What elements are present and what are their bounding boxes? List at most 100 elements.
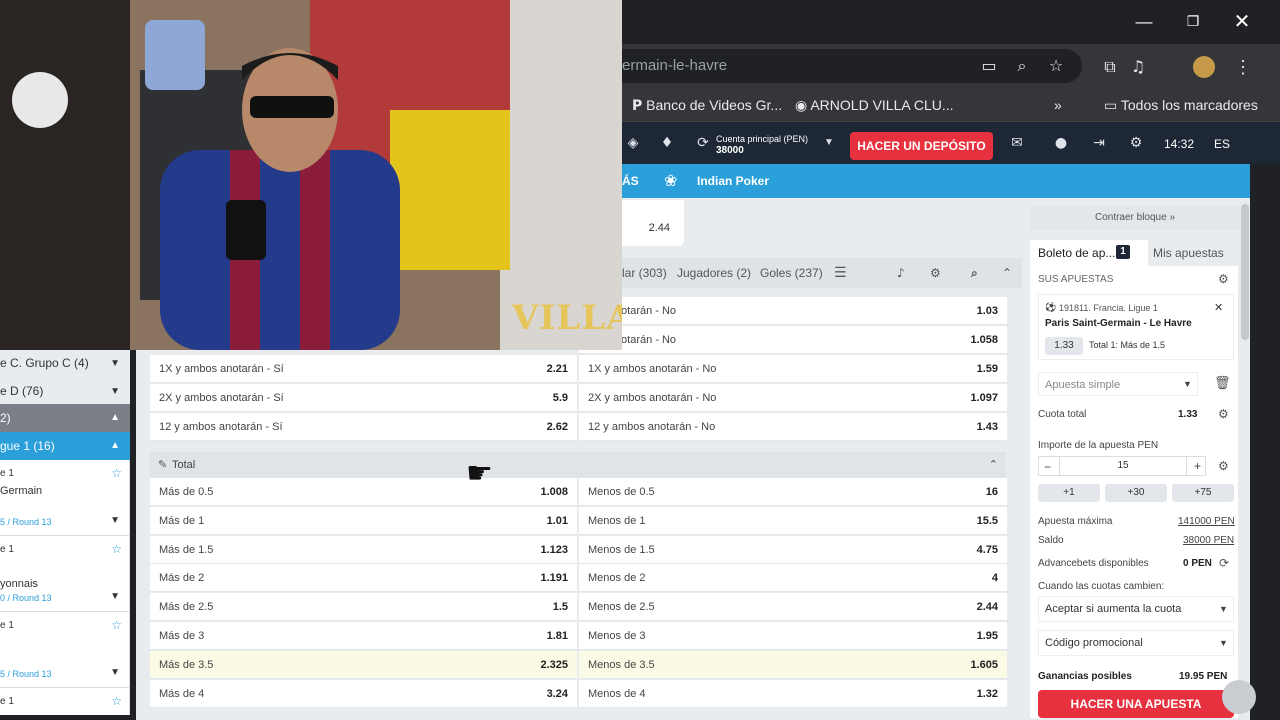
logout-icon[interactable]: ⇥ <box>1088 132 1110 154</box>
profile-avatar[interactable] <box>1193 56 1215 78</box>
bookmark-banco[interactable]: P Banco de Videos Gr... <box>632 90 782 121</box>
stake-input[interactable]: 15 <box>1059 457 1187 475</box>
refresh-icon[interactable]: ⟳ <box>1219 556 1229 570</box>
tab-bet-ticket[interactable]: Boleto de ap... 1 <box>1030 240 1148 266</box>
market-row[interactable]: bos anotarán - No 1.058 <box>579 326 1007 354</box>
all-bookmarks[interactable]: ▭ Todos los marcadores <box>1104 90 1258 121</box>
market-row[interactable]: Más de 1.5 1.123 <box>150 535 577 564</box>
market-row[interactable]: Menos de 1 15.5 <box>579 506 1007 535</box>
balance-value[interactable]: 38000 PEN <box>1183 535 1234 546</box>
deposit-button[interactable]: HACER UN DEPÓSITO <box>850 132 993 160</box>
market-row[interactable]: Más de 0.5 1.008 <box>150 478 577 506</box>
market-row[interactable]: Menos de 0.5 16 <box>579 478 1007 506</box>
odds-settings-icon[interactable]: ⚙ <box>1218 407 1229 421</box>
restore-icon[interactable]: ❐ <box>1179 8 1207 36</box>
market-row[interactable]: 1X y ambos anotarán - Sí 2.21 <box>150 355 577 383</box>
extensions-icon[interactable]: ⧉ <box>1099 56 1121 78</box>
star-icon[interactable]: ☆ <box>111 618 122 632</box>
market-row[interactable]: Más de 3 1.81 <box>150 622 577 650</box>
settings-icon[interactable]: ⚙ <box>1125 132 1147 154</box>
sidebar-item[interactable]: gue 1 (16) ▲ <box>0 432 130 460</box>
market-row[interactable]: 2X y ambos anotarán - No 1.097 <box>579 384 1007 412</box>
chat-user-icon[interactable] <box>1222 680 1256 714</box>
market-row[interactable]: Menos de 2 4 <box>579 564 1007 593</box>
sidebar-item[interactable]: e D (76) ▼ <box>0 378 130 404</box>
bell-icon[interactable]: ♦ <box>656 132 678 154</box>
quick-stake-button[interactable]: +1 <box>1038 484 1100 502</box>
quick-stake-button[interactable]: +75 <box>1172 484 1234 502</box>
market-row[interactable]: Más de 1 1.01 <box>150 506 577 535</box>
shield-icon[interactable]: ◈ <box>622 132 644 154</box>
total-market-header[interactable]: ✎ Total ⌃ <box>150 452 1006 478</box>
mail-icon[interactable]: ✉ <box>1006 132 1028 154</box>
market-row[interactable]: Más de 4 3.24 <box>150 679 577 708</box>
sidebar-item[interactable]: e C. Grupo C (4) ▼ <box>0 350 130 378</box>
trash-icon[interactable]: 🗑 <box>1214 376 1231 391</box>
chevron-up-icon[interactable]: ⌃ <box>989 452 998 478</box>
clock[interactable]: 14:32 <box>1164 133 1194 155</box>
notification-icon[interactable]: ♪ <box>897 258 905 288</box>
market-row[interactable]: 1X y ambos anotarán - No 1.59 <box>579 355 1007 383</box>
tab-goals[interactable]: Goles (237) <box>760 258 823 288</box>
slip-scrollbar[interactable] <box>1241 204 1249 340</box>
list-view-icon[interactable]: ☰ <box>834 258 847 288</box>
install-app-icon[interactable]: ▭ <box>978 55 1000 77</box>
promo-code-select[interactable]: Código promocional ▼ <box>1038 630 1234 656</box>
star-icon[interactable]: ☆ <box>111 542 122 556</box>
zoom-icon[interactable]: ⌕ <box>1011 55 1033 77</box>
market-row[interactable]: Más de 2.5 1.5 <box>150 593 577 622</box>
chevron-down-icon[interactable]: ▼ <box>818 132 840 154</box>
language-select[interactable]: ES <box>1214 133 1230 155</box>
quick-stake-button[interactable]: +30 <box>1105 484 1167 502</box>
stake-stepper[interactable]: − 15 + <box>1038 456 1206 476</box>
tab-players[interactable]: Jugadores (2) <box>677 258 751 288</box>
close-icon[interactable]: ✕ <box>1228 8 1256 36</box>
media-control-icon[interactable]: ♫ <box>1127 56 1149 78</box>
market-row[interactable]: Más de 3.5 2.325 <box>150 650 577 679</box>
market-row[interactable]: 2X y ambos anotarán - Sí 5.9 <box>150 384 577 412</box>
nav-more[interactable]: ÁS <box>622 164 639 198</box>
url-text[interactable]: ermain-le-havre <box>622 49 727 83</box>
tab-popular[interactable]: lar (303) <box>622 258 667 288</box>
minus-icon[interactable]: − <box>1044 460 1051 474</box>
tab-my-bets[interactable]: Mis apuestas <box>1153 246 1224 260</box>
place-bet-button[interactable]: HACER UNA APUESTA <box>1038 690 1234 718</box>
bookmark-arnold[interactable]: ◉ ARNOLD VILLA CLU... <box>795 90 954 121</box>
minimize-icon[interactable]: — <box>1130 8 1158 36</box>
refresh-balance-icon[interactable]: ⟳ <box>692 132 714 154</box>
menu-icon[interactable]: ⋮ <box>1232 56 1254 78</box>
pin-icon[interactable]: ✎ <box>158 458 167 471</box>
star-icon[interactable]: ☆ <box>111 466 122 480</box>
market-row[interactable]: Menos de 3 1.95 <box>579 622 1007 650</box>
sidebar-match[interactable]: e 1 ☆ Germain 5 / Round 13 ▼ <box>0 460 130 536</box>
market-row[interactable]: Menos de 1.5 4.75 <box>579 535 1007 564</box>
slip-settings-icon[interactable]: ⚙ <box>1218 272 1229 286</box>
collapse-block-button[interactable]: Contraer bloque » <box>1030 206 1240 230</box>
sidebar-match[interactable]: e 1 ☆ 5 / Round 13 ▼ <box>0 612 130 688</box>
market-row[interactable]: bos anotarán - No 1.03 <box>579 297 1007 325</box>
bookmark-star-icon[interactable]: ☆ <box>1045 55 1067 77</box>
odds-change-select[interactable]: Aceptar si aumenta la cuota ▼ <box>1038 596 1234 622</box>
star-icon[interactable]: ☆ <box>111 694 122 708</box>
bookmarks-overflow-icon[interactable]: » <box>1054 90 1062 120</box>
stake-settings-icon[interactable]: ⚙ <box>1218 459 1229 473</box>
sidebar-match[interactable]: e 1 ☆ yonnais 0 / Round 13 ▼ <box>0 536 130 612</box>
prev-odd-card[interactable]: 2.44 <box>622 200 684 246</box>
max-bet-value[interactable]: 141000 PEN <box>1178 516 1235 527</box>
market-row[interactable]: 12 y ambos anotarán - Sí 2.62 <box>150 413 577 441</box>
market-row[interactable]: Menos de 2.5 2.44 <box>579 593 1007 622</box>
remove-selection-icon[interactable]: ✕ <box>1214 301 1223 314</box>
filter-settings-icon[interactable]: ⚙ <box>930 258 941 288</box>
market-row[interactable]: Menos de 3.5 1.605 <box>579 650 1007 679</box>
account-balance[interactable]: Cuenta principal (PEN) 38000 <box>716 134 808 156</box>
market-row[interactable]: 12 y ambos anotarán - No 1.43 <box>579 413 1007 441</box>
plus-icon[interactable]: + <box>1194 459 1201 473</box>
user-icon[interactable]: ● <box>1050 132 1072 154</box>
market-row[interactable]: Más de 2 1.191 <box>150 564 577 593</box>
bet-type-select[interactable]: Apuesta simple ▼ <box>1038 372 1198 396</box>
sidebar-item[interactable]: 2) ▲ <box>0 404 130 432</box>
sidebar-match[interactable]: e 1 ☆ <box>0 688 130 715</box>
search-icon[interactable]: ⌕ <box>971 258 978 288</box>
address-bar[interactable]: ermain-le-havre ▭ ⌕ ☆ <box>622 49 1082 83</box>
market-row[interactable]: Menos de 4 1.32 <box>579 679 1007 708</box>
